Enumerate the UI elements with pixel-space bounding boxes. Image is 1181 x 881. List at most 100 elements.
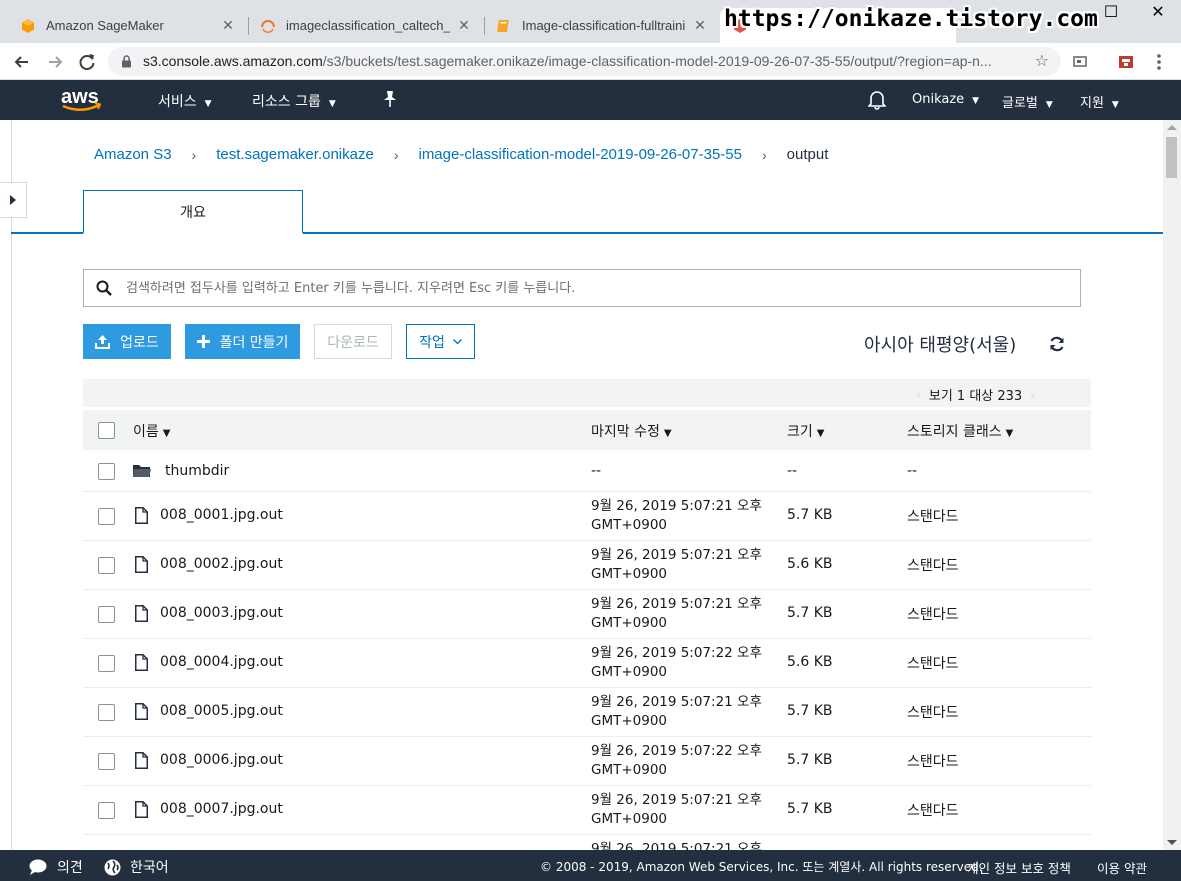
upload-button[interactable]: 업로드: [83, 324, 171, 359]
last-modified-tz: GMT+0900: [591, 713, 668, 729]
aws-logo[interactable]: aws: [61, 84, 103, 114]
object-name-link[interactable]: 008_0005.jpg.out: [160, 703, 283, 719]
reload-icon[interactable]: [76, 51, 98, 73]
file-icon: [135, 605, 148, 622]
column-modified-label: 마지막 수정: [591, 424, 660, 440]
tab-title: imageclassification_caltech_2019: [286, 18, 450, 33]
close-tab-icon[interactable]: ✕: [456, 18, 472, 34]
select-all-checkbox[interactable]: [98, 422, 115, 439]
size: 5.7 KB: [787, 507, 833, 523]
prev-page-icon[interactable]: ‹: [916, 388, 921, 402]
download-button[interactable]: 다운로드: [314, 324, 392, 359]
maximize-window-icon[interactable]: ☐: [1099, 2, 1123, 21]
back-icon[interactable]: [11, 51, 33, 73]
breadcrumb-current: output: [786, 146, 829, 163]
column-size[interactable]: 크기 ▼: [787, 421, 824, 441]
close-tab-icon[interactable]: ✕: [692, 18, 708, 34]
chevron-right-icon: ›: [761, 146, 767, 163]
pin-icon[interactable]: [382, 90, 398, 108]
object-name-link[interactable]: 008_0006.jpg.out: [160, 752, 283, 768]
table-row[interactable]: 9월 26, 2019 5:07:21 오후: [83, 835, 1091, 850]
table-row[interactable]: 008_0004.jpg.out 9월 26, 2019 5:07:22 오후 G…: [83, 639, 1091, 688]
row-checkbox[interactable]: [98, 753, 115, 770]
privacy-policy-link[interactable]: 개인 정보 보호 정책: [967, 858, 1071, 877]
services-menu[interactable]: 서비스 ▼: [158, 91, 212, 111]
breadcrumb-bucket[interactable]: test.sagemaker.onikaze: [216, 146, 374, 163]
sort-icon: ▼: [162, 428, 171, 439]
column-name[interactable]: 이름 ▼: [133, 421, 170, 441]
bookmark-star-icon[interactable]: ☆: [1035, 51, 1049, 70]
browser-menu-icon[interactable]: [1148, 51, 1170, 73]
speech-bubble-icon: [29, 859, 47, 875]
row-checkbox[interactable]: [98, 655, 115, 672]
column-last-modified[interactable]: 마지막 수정 ▼: [591, 421, 672, 441]
create-folder-button[interactable]: 폴더 만들기: [185, 324, 300, 359]
object-name-link[interactable]: 008_0004.jpg.out: [160, 654, 283, 670]
table-row[interactable]: thumbdir -- -- --: [83, 450, 1091, 492]
table-row[interactable]: 008_0001.jpg.out 9월 26, 2019 5:07:21 오후 G…: [83, 492, 1091, 541]
table-row[interactable]: 008_0005.jpg.out 9월 26, 2019 5:07:21 오후 G…: [83, 688, 1091, 737]
extension-icon[interactable]: [1115, 51, 1137, 73]
close-tab-icon[interactable]: ✕: [220, 18, 236, 34]
size: 5.6 KB: [787, 556, 833, 572]
object-name-link[interactable]: 008_0001.jpg.out: [160, 507, 283, 523]
sidebar-toggle[interactable]: [0, 182, 27, 218]
object-name-link[interactable]: 008_0002.jpg.out: [160, 556, 283, 572]
language-selector[interactable]: 한국어: [104, 857, 169, 877]
browser-tab-fulltraining[interactable]: Image-classification-fulltraining ✕: [484, 8, 720, 43]
table-row[interactable]: 008_0003.jpg.out 9월 26, 2019 5:07:21 오후 G…: [83, 590, 1091, 639]
scrollbar-thumb[interactable]: [1166, 137, 1177, 178]
column-storage-label: 스토리지 클래스: [907, 424, 1002, 440]
last-modified-tz: GMT+0900: [591, 615, 668, 631]
row-checkbox[interactable]: [98, 463, 115, 480]
row-checkbox[interactable]: [98, 802, 115, 819]
tab-title: Amazon SageMaker: [46, 18, 164, 33]
row-checkbox[interactable]: [98, 508, 115, 525]
notebook-icon: [497, 19, 509, 32]
row-checkbox[interactable]: [98, 557, 115, 574]
page-scrollbar[interactable]: [1163, 120, 1181, 850]
search-input[interactable]: [126, 280, 1080, 296]
cast-icon[interactable]: [1069, 51, 1091, 73]
account-menu[interactable]: Onikaze ▼: [912, 92, 979, 107]
chevron-down-icon: ▼: [972, 96, 980, 106]
row-checkbox[interactable]: [98, 606, 115, 623]
scroll-down-icon[interactable]: [1167, 840, 1177, 845]
create-folder-label: 폴더 만들기: [219, 334, 289, 351]
url-path: /s3/buckets/test.sagemaker.onikaze/image…: [322, 53, 992, 69]
copyright: © 2008 - 2019, Amazon Web Services, Inc.…: [540, 860, 983, 874]
chevron-down-icon: [452, 338, 462, 344]
object-name-link[interactable]: 008_0007.jpg.out: [160, 801, 283, 817]
tab-overview[interactable]: 개요: [83, 190, 303, 234]
object-name-link[interactable]: 008_0003.jpg.out: [160, 605, 283, 621]
column-storage-class[interactable]: 스토리지 클래스 ▼: [907, 421, 1013, 441]
browser-tab-notebook[interactable]: imageclassification_caltech_2019 ✕: [248, 8, 484, 43]
breadcrumb-amazon-s3[interactable]: Amazon S3: [94, 146, 172, 163]
row-checkbox[interactable]: [98, 704, 115, 721]
support-menu[interactable]: 지원 ▼: [1080, 92, 1119, 111]
file-icon: [135, 556, 148, 573]
browser-tab-sagemaker[interactable]: Amazon SageMaker ✕: [8, 8, 248, 43]
notifications-bell-icon[interactable]: [868, 90, 886, 110]
feedback-button[interactable]: 의견: [29, 857, 83, 877]
resource-groups-menu[interactable]: 리소스 그룹 ▼: [252, 91, 336, 111]
actions-dropdown[interactable]: 작업: [406, 324, 475, 359]
table-row[interactable]: 008_0002.jpg.out 9월 26, 2019 5:07:21 오후 G…: [83, 541, 1091, 590]
storage-class: 스탠다드: [907, 656, 959, 672]
terms-link[interactable]: 이용 약관: [1097, 858, 1147, 877]
address-bar[interactable]: s3.console.aws.amazon.com/s3/buckets/tes…: [108, 47, 1061, 76]
storage-class: 스탠다드: [907, 509, 959, 525]
close-window-icon[interactable]: ✕: [1146, 2, 1170, 21]
region-menu[interactable]: 글로벌 ▼: [1002, 92, 1053, 111]
refresh-icon[interactable]: [1048, 335, 1066, 353]
sagemaker-icon: [22, 18, 34, 33]
next-page-icon[interactable]: ›: [1030, 388, 1035, 402]
breadcrumb-model-folder[interactable]: image-classification-model-2019-09-26-07…: [418, 146, 742, 163]
table-row[interactable]: 008_0007.jpg.out 9월 26, 2019 5:07:21 오후 G…: [83, 786, 1091, 835]
search-icon: [96, 280, 112, 296]
forward-icon[interactable]: [44, 51, 66, 73]
account-name: Onikaze: [912, 92, 965, 107]
table-row[interactable]: 008_0006.jpg.out 9월 26, 2019 5:07:22 오후 G…: [83, 737, 1091, 786]
object-name-link[interactable]: thumbdir: [165, 463, 229, 479]
scroll-up-icon[interactable]: [1167, 125, 1177, 130]
